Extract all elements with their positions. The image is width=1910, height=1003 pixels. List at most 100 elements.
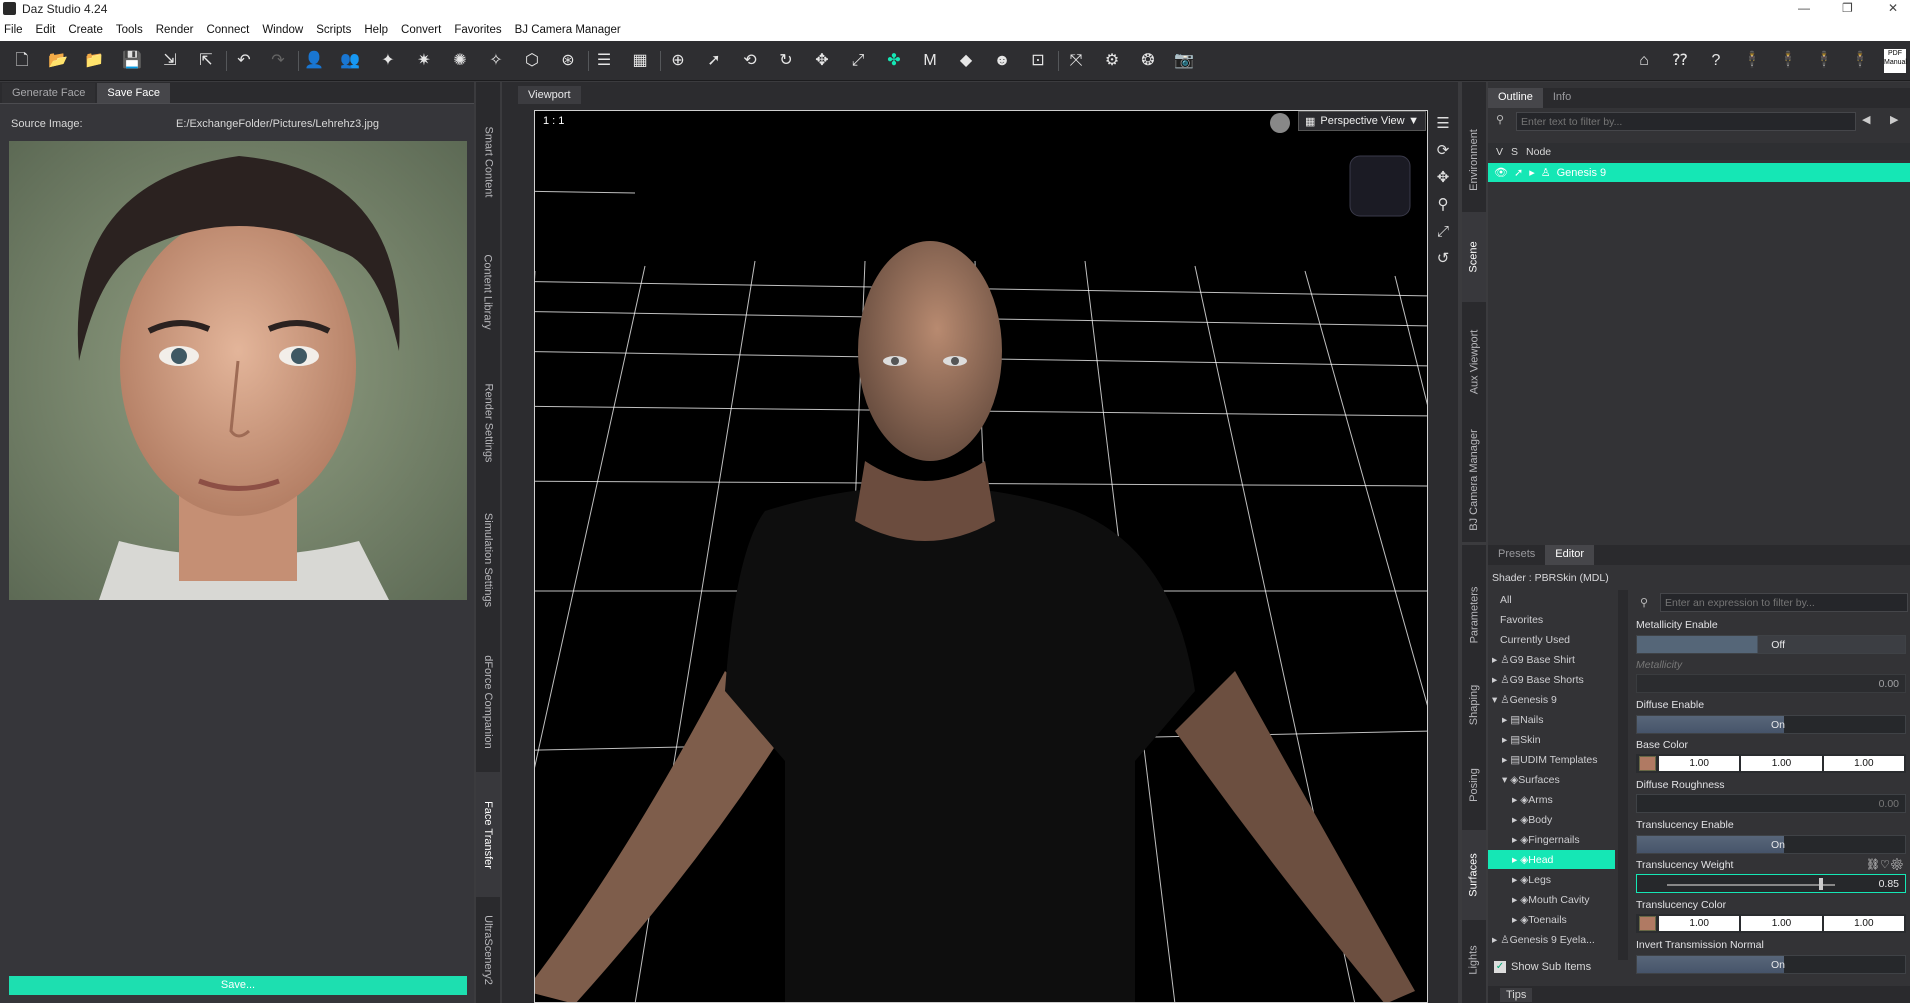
side-tab-smart-content[interactable]: Smart Content: [476, 102, 500, 222]
menu-create[interactable]: Create: [68, 24, 103, 36]
color-g[interactable]: 1.00: [1741, 756, 1822, 771]
tree-skin[interactable]: ▸ ▤ Skin: [1488, 730, 1615, 749]
tab-info[interactable]: Info: [1543, 88, 1581, 108]
menu-file[interactable]: File: [4, 24, 23, 36]
tree-legs[interactable]: ▸ ◈ Legs: [1488, 870, 1615, 889]
slider-handle[interactable]: [1819, 878, 1823, 890]
camera-tool-icon[interactable]: ⊡: [1026, 49, 1050, 73]
tree-genesis-9-eyelashes[interactable]: ▸ ♙ Genesis 9 Eyela...: [1488, 930, 1615, 949]
group-icon[interactable]: 👥: [338, 49, 362, 73]
side-tab-shaping[interactable]: Shaping: [1462, 665, 1486, 745]
side-tab-ultrascenery2[interactable]: UltraScenery2: [476, 900, 500, 1000]
expand-icon[interactable]: ▸ ▤: [1502, 714, 1520, 726]
light-wand-icon[interactable]: ✧: [484, 49, 508, 73]
menu-edit[interactable]: Edit: [36, 24, 56, 36]
menu-render[interactable]: Render: [156, 24, 194, 36]
active-pose-tool-icon[interactable]: ✤: [882, 49, 906, 73]
tree-nails[interactable]: ▸ ▤ Nails: [1488, 710, 1615, 729]
color-r[interactable]: 1.00: [1659, 756, 1740, 771]
render-settings-icon[interactable]: ⚙: [1100, 49, 1124, 73]
translate-tool-icon[interactable]: ✥: [810, 49, 834, 73]
pinning-tool-icon[interactable]: M: [918, 49, 942, 73]
import-icon[interactable]: ⇲: [158, 49, 182, 73]
expand-icon[interactable]: ▸ ◈: [1512, 854, 1528, 866]
whats-this-icon[interactable]: ⁇: [1668, 49, 1692, 73]
side-tab-surfaces[interactable]: Surfaces: [1462, 830, 1486, 920]
menu-scripts[interactable]: Scripts: [316, 24, 351, 36]
color-g[interactable]: 1.00: [1741, 916, 1822, 931]
screenshot-icon[interactable]: 📷: [1172, 49, 1196, 73]
geometry-editor-icon[interactable]: ☻: [990, 49, 1014, 73]
tree-mouth-cavity[interactable]: ▸ ◈ Mouth Cavity: [1488, 890, 1615, 909]
expand-icon[interactable]: ▸ ◈: [1512, 834, 1528, 846]
checkbox-checked-icon[interactable]: ✓: [1494, 961, 1506, 973]
eye-icon[interactable]: 👁: [1494, 166, 1508, 179]
open-folder-icon[interactable]: 📂: [46, 49, 70, 73]
draw-style-icon[interactable]: [1270, 113, 1290, 133]
new-file-icon[interactable]: 🗋: [10, 49, 34, 73]
tree-fingernails[interactable]: ▸ ◈ Fingernails: [1488, 830, 1615, 849]
color-r[interactable]: 1.00: [1659, 916, 1740, 931]
minimize-icon[interactable]: —: [1798, 1, 1810, 15]
tree-g9-base-shirt[interactable]: ▸ ♙ G9 Base Shirt: [1488, 650, 1615, 669]
tab-outline[interactable]: Outline: [1488, 88, 1543, 108]
tab-presets[interactable]: Presets: [1488, 545, 1545, 565]
tree-body[interactable]: ▸ ◈ Body: [1488, 810, 1615, 829]
tab-save-face[interactable]: Save Face: [97, 83, 170, 103]
expand-icon[interactable]: ▸ ◈: [1512, 814, 1528, 826]
tree-all[interactable]: All: [1488, 590, 1615, 609]
color-b[interactable]: 1.00: [1823, 756, 1904, 771]
side-tab-render-settings[interactable]: Render Settings: [476, 360, 500, 485]
ds-home-icon[interactable]: ⌂: [1632, 49, 1656, 73]
link-heart-gear-icons[interactable]: ⛓♡⚙: [1866, 858, 1904, 871]
diffuse-roughness-slider[interactable]: 0.00: [1636, 794, 1906, 813]
rotate2-tool-icon[interactable]: ↻: [774, 49, 798, 73]
view-select-dropdown[interactable]: ▦ Perspective View ▼: [1298, 111, 1426, 131]
close-icon[interactable]: ✕: [1888, 1, 1898, 15]
pdf-manual-icon[interactable]: PDF Manual: [1884, 49, 1907, 73]
menu-bj-camera-manager[interactable]: BJ Camera Manager: [515, 24, 621, 36]
zoom-icon[interactable]: ⚲: [1430, 191, 1456, 218]
surface-tool-icon[interactable]: ◆: [954, 49, 978, 73]
grid-icon[interactable]: ▦: [628, 49, 652, 73]
tab-viewport[interactable]: Viewport: [518, 86, 581, 104]
undo-icon[interactable]: ↶: [232, 49, 256, 73]
tab-generate-face[interactable]: Generate Face: [2, 83, 96, 103]
tree-genesis-9[interactable]: ▾ ♙ Genesis 9: [1488, 690, 1615, 709]
translucency-color-field[interactable]: 1.00 1.00 1.00: [1636, 914, 1906, 933]
menu-favorites[interactable]: Favorites: [454, 24, 501, 36]
invert-transmission-toggle[interactable]: On: [1636, 955, 1906, 974]
export-icon[interactable]: ⇱: [194, 49, 218, 73]
metallicity-slider[interactable]: 0.00: [1636, 674, 1906, 693]
base-color-field[interactable]: 1.00 1.00 1.00: [1636, 754, 1906, 773]
point-light-icon[interactable]: ✷: [412, 49, 436, 73]
side-tab-parameters[interactable]: Parameters: [1462, 565, 1486, 665]
pan-icon[interactable]: ✥: [1430, 164, 1456, 191]
side-tab-environment[interactable]: Environment: [1462, 112, 1486, 207]
reset-view-icon[interactable]: ↺: [1430, 245, 1456, 272]
orbit-icon[interactable]: ⟳: [1430, 137, 1456, 164]
col-node[interactable]: Node: [1526, 146, 1551, 158]
pose-preset-2-icon[interactable]: 🕴: [1776, 49, 1800, 73]
pose-preset-3-icon[interactable]: 🕴: [1812, 49, 1836, 73]
redo-icon[interactable]: ↷: [266, 49, 290, 73]
spot-render-icon[interactable]: ⤧: [1064, 49, 1088, 73]
menu-help[interactable]: Help: [364, 24, 388, 36]
side-tab-simulation-settings[interactable]: Simulation Settings: [476, 487, 500, 632]
expand-icon[interactable]: ▸ ◈: [1512, 874, 1528, 886]
collapse-icon[interactable]: ▾ ♙: [1492, 694, 1510, 706]
color-swatch[interactable]: [1639, 916, 1656, 931]
menu-icon[interactable]: ☰: [1430, 110, 1456, 137]
figure-icon[interactable]: 👤: [302, 49, 326, 73]
tab-editor[interactable]: Editor: [1545, 545, 1595, 565]
save-icon[interactable]: 💾: [120, 49, 144, 73]
collapse-icon[interactable]: ▾ ◈: [1502, 774, 1518, 786]
translucency-enable-toggle[interactable]: On: [1636, 835, 1906, 854]
side-tab-posing[interactable]: Posing: [1462, 745, 1486, 825]
tree-favorites[interactable]: Favorites: [1488, 610, 1615, 629]
save-button[interactable]: Save...: [9, 976, 467, 995]
expand-icon[interactable]: ▸ ♙: [1492, 674, 1510, 686]
expand-icon[interactable]: ▸ ◈: [1512, 794, 1528, 806]
show-sub-items[interactable]: ✓ Show Sub Items: [1494, 961, 1591, 973]
distant-light-icon[interactable]: ✺: [448, 49, 472, 73]
